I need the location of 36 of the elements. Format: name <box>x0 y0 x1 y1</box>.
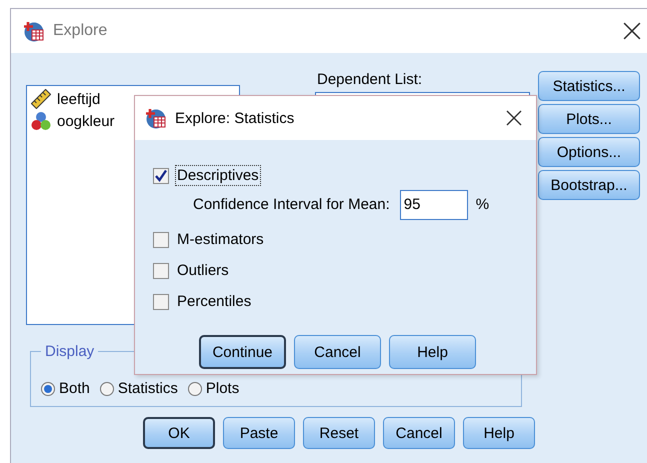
dialog-button[interactable]: Paste <box>223 417 295 449</box>
dialog-button[interactable]: Plots... <box>538 104 640 134</box>
radio-label[interactable]: Statistics <box>118 380 178 397</box>
radio-button[interactable] <box>41 382 55 396</box>
close-icon[interactable] <box>623 22 641 40</box>
dialog-button[interactable]: Statistics... <box>538 71 640 101</box>
dialog-button[interactable]: Cancel <box>383 417 455 449</box>
app-icon <box>145 107 167 129</box>
dialog-button[interactable]: Continue <box>199 335 286 369</box>
window-title: Explore <box>53 22 108 40</box>
dialog-button[interactable]: Reset <box>303 417 375 449</box>
radio-button[interactable] <box>188 382 202 396</box>
checkbox[interactable] <box>153 294 169 310</box>
display-label: Display <box>44 343 96 360</box>
app-icon <box>23 20 45 42</box>
input-field[interactable]: 95 <box>400 190 468 220</box>
unit-label: % <box>476 196 490 213</box>
radio-label[interactable]: Both <box>59 380 90 397</box>
dialog-button[interactable]: Cancel <box>294 335 381 369</box>
circles-icon <box>31 111 51 131</box>
radio-button[interactable] <box>100 382 114 396</box>
dialog-button[interactable]: Options... <box>538 137 640 167</box>
checkbox[interactable] <box>153 168 169 184</box>
variable-item[interactable]: leeftijd <box>57 90 100 108</box>
checkbox-label[interactable]: Descriptives <box>175 165 261 186</box>
checkbox[interactable] <box>153 262 169 278</box>
radio-label[interactable]: Plots <box>206 380 240 397</box>
variable-item[interactable]: oogkleur <box>57 112 115 130</box>
dependent-list-label: Dependent List: <box>316 71 424 88</box>
dialog-button[interactable]: Help <box>463 417 535 449</box>
dialog-button[interactable]: OK <box>143 417 215 449</box>
close-icon[interactable] <box>506 110 522 126</box>
checkbox[interactable] <box>153 232 169 248</box>
checkbox-label[interactable]: Outliers <box>175 260 231 281</box>
dialog-button[interactable]: Bootstrap... <box>538 170 640 200</box>
dialog-button[interactable]: Help <box>389 335 476 369</box>
